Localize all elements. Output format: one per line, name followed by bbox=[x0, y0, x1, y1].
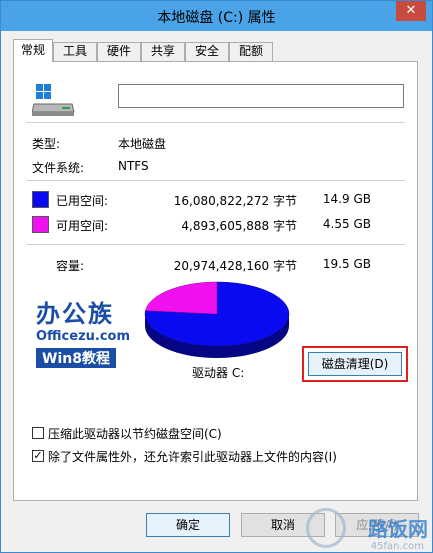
index-label: 除了文件属性外，还允许索引此驱动器上文件的内容(I) bbox=[48, 450, 337, 464]
type-value: 本地磁盘 bbox=[118, 137, 167, 151]
pie-slice-free bbox=[145, 281, 218, 315]
logo-line3: Win8教程 bbox=[36, 348, 116, 368]
site-logo: 办公族 Officezu.com Win8教程 bbox=[36, 294, 146, 368]
tab-sharing[interactable]: 共享 bbox=[141, 42, 185, 61]
watermark-text: 路饭网 bbox=[368, 517, 428, 541]
disk-usage-pie-chart bbox=[144, 281, 290, 358]
capacity-label: 容量: bbox=[56, 259, 85, 273]
free-space-size: 4.55 GB bbox=[322, 217, 371, 231]
logo-line2: Officezu.com bbox=[36, 329, 131, 344]
close-icon: ✕ bbox=[405, 3, 417, 18]
drive-name-input[interactable] bbox=[118, 84, 404, 108]
compress-label: 压缩此驱动器以节约磁盘空间(C) bbox=[48, 427, 222, 441]
tab-hardware[interactable]: 硬件 bbox=[97, 42, 141, 61]
tab-quota[interactable]: 配额 bbox=[229, 42, 273, 61]
properties-window: 本地磁盘 (C:) 属性 ✕ 常规 工具 硬件 共享 安全 配额 类型: 本地磁… bbox=[0, 0, 433, 553]
index-checkbox[interactable]: ✓ bbox=[32, 450, 44, 462]
tab-general[interactable]: 常规 bbox=[13, 39, 53, 62]
used-space-bytes: 16,080,822,272 字节 bbox=[173, 194, 297, 208]
checkmark-icon: ✓ bbox=[33, 449, 43, 462]
tab-tools[interactable]: 工具 bbox=[53, 42, 97, 61]
divider bbox=[26, 180, 405, 181]
compress-checkbox[interactable] bbox=[32, 427, 44, 439]
filesystem-label: 文件系统: bbox=[32, 161, 85, 175]
capacity-bytes: 20,974,428,160 字节 bbox=[173, 259, 297, 273]
free-space-swatch bbox=[32, 216, 49, 233]
free-space-label: 可用空间: bbox=[56, 219, 109, 233]
cleanup-highlight: 磁盘清理(D) bbox=[302, 346, 408, 382]
used-space-size: 14.9 GB bbox=[322, 192, 371, 206]
close-button[interactable]: ✕ bbox=[396, 1, 426, 21]
title-bar[interactable]: 本地磁盘 (C:) 属性 ✕ bbox=[1, 1, 432, 31]
logo-line1: 办公族 bbox=[36, 300, 114, 328]
general-panel: 类型: 本地磁盘 文件系统: NTFS 已用空间: 16,080,822,272… bbox=[13, 61, 418, 501]
ok-button[interactable]: 确定 bbox=[146, 513, 230, 537]
divider bbox=[26, 122, 405, 123]
drive-label: 驱动器 C: bbox=[192, 366, 245, 380]
type-label: 类型: bbox=[32, 137, 61, 151]
window-title: 本地磁盘 (C:) 属性 bbox=[157, 10, 276, 26]
filesystem-value: NTFS bbox=[118, 159, 149, 173]
capacity-size: 19.5 GB bbox=[322, 257, 371, 271]
used-space-label: 已用空间: bbox=[56, 194, 109, 208]
used-space-swatch bbox=[32, 191, 49, 208]
free-space-bytes: 4,893,605,888 字节 bbox=[181, 219, 297, 233]
divider bbox=[26, 244, 405, 245]
watermark-logo-icon bbox=[306, 508, 346, 548]
watermark-url: 45fan.com bbox=[370, 541, 424, 552]
hard-drive-icon bbox=[32, 84, 75, 116]
disk-cleanup-button[interactable]: 磁盘清理(D) bbox=[308, 352, 402, 376]
tab-security[interactable]: 安全 bbox=[185, 42, 229, 61]
